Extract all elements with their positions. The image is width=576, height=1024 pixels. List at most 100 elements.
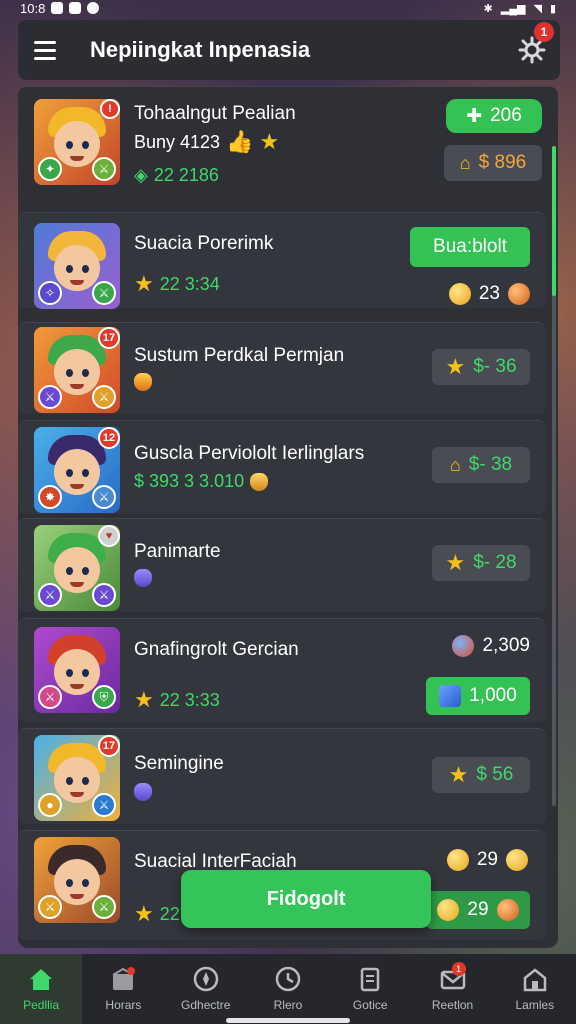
house-icon: ⌂ [459, 152, 471, 173]
game-score: $ 393 3 3.010 [134, 471, 245, 491]
thumb-icon: 👍 [226, 129, 254, 154]
status-bar: 10:8 ✱ ▂▄▆ ◥ ▮ [0, 0, 576, 16]
scrollbar-thumb[interactable] [552, 146, 556, 296]
nav-label: Pedllia [23, 998, 60, 1012]
game-title: Semingine [134, 753, 224, 774]
signal-icon: ▂▄▆ [500, 2, 526, 15]
price-badge[interactable]: ★ $- 36 [432, 349, 530, 385]
nav-item-mail[interactable]: Reetlon 1 [411, 954, 493, 1024]
notification-icon [87, 2, 100, 14]
nav-item-notes[interactable]: Gotice [329, 954, 411, 1024]
list-item[interactable]: ✦ ⚔ ! Tohaalngut Pealian Buny 4123 👍 ★ ◈… [18, 86, 558, 206]
game-title: Tohaalngut Pealian [134, 103, 296, 124]
heart-badge-icon: ♥ [98, 525, 120, 547]
battery-icon: ▮ [549, 2, 556, 15]
coin-icon [506, 849, 528, 871]
star-icon: ★ [445, 354, 466, 379]
nav-item-time[interactable]: Rlero [247, 954, 329, 1024]
nav-label: Reetlon [431, 998, 474, 1012]
wifi-icon: ◥ [533, 2, 542, 15]
game-title: Sustum Perdkal Permjan [134, 345, 345, 366]
list-item[interactable]: ✸ ⚔ 12 Guscla Perviololt Ierlinglars $ 3… [18, 420, 546, 514]
leaf-icon: ✦ [38, 157, 62, 181]
primary-action-button[interactable]: Fidogolt [181, 870, 431, 928]
document-icon [356, 966, 384, 992]
price-value: $ 896 [478, 152, 527, 173]
game-avatar: ⚔ ⚔ 17 [34, 327, 120, 413]
game-score: 22 [159, 903, 180, 924]
game-score: 22 3:34 [159, 273, 220, 294]
play-button[interactable]: ✚ 206 [446, 99, 542, 133]
game-title: Suacia Porerimk [134, 233, 274, 254]
list-item[interactable]: ✧ ⚔ Suacia Porerimk ★ 22 3:34 Bua:blolt … [18, 212, 546, 309]
gamepad-icon: ✚ [466, 105, 483, 127]
image-icon [51, 2, 64, 14]
nav-item-store[interactable]: Lamles [494, 954, 576, 1024]
coin-button[interactable]: 29 [426, 891, 530, 929]
price-value: $- 36 [473, 356, 517, 377]
game-title: Gnafingrolt Gercian [134, 639, 299, 660]
settings-badge: 1 [534, 22, 554, 42]
wand-icon: ✧ [38, 281, 62, 305]
nav-label: Rlero [273, 998, 303, 1012]
home-indicator[interactable] [226, 1018, 350, 1023]
list-item[interactable]: ● ⚔ 17 Semingine ★ $ 56 [18, 728, 546, 824]
gem-icon [134, 783, 152, 801]
star-icon: ★ [134, 687, 154, 712]
game-score: 22 3:33 [159, 689, 220, 710]
nav-item-explore[interactable]: Gdhectre [165, 954, 247, 1024]
sword-icon: ⚔ [38, 685, 62, 709]
coin-value: 23 [478, 283, 500, 304]
coin-icon [508, 283, 530, 305]
action-button[interactable]: Bua:blolt [410, 227, 530, 267]
status-time: 10:8 [20, 0, 46, 16]
price-badge[interactable]: ⌂ $ 896 [444, 145, 542, 181]
action-button-label: Bua:blolt [433, 236, 507, 257]
game-avatar: ✧ ⚔ [34, 223, 120, 309]
price-badge[interactable]: ★ $ 56 [432, 757, 530, 793]
nav-item-home[interactable]: Pedllia [0, 954, 83, 1024]
nav-item-shop[interactable]: Horars [82, 954, 164, 1024]
price-badge[interactable]: ⌂ $- 38 [432, 447, 530, 483]
hamburger-menu-icon[interactable] [34, 40, 56, 60]
notification-badge: 17 [98, 735, 120, 757]
price-badge[interactable]: ★ $- 28 [432, 545, 530, 581]
game-avatar: ⚔ ⚔ ♥ [34, 525, 120, 611]
sword-icon: ⚔ [92, 793, 116, 817]
coin-icon: ● [38, 793, 62, 817]
coin-icon [448, 283, 471, 305]
game-subtitle: Buny 4123 [134, 131, 221, 152]
bottom-navigation: Pedllia Horars Gdhectre Rlero Gotice Ree… [0, 954, 576, 1024]
shop-icon [109, 966, 137, 992]
sword-icon: ⚔ [38, 583, 62, 607]
coin-value: 29 [476, 849, 498, 870]
store-icon [521, 966, 549, 992]
buy-button[interactable]: 1,000 [426, 677, 530, 715]
compass-icon [192, 966, 220, 992]
list-item[interactable]: ⚔ ⚔ 17 Sustum Perdkal Permjan ★ $- 36 [18, 322, 546, 414]
star-icon: ★ [448, 762, 469, 787]
app-header: Nepiingkat Inpenasia 1 [18, 20, 560, 80]
nav-label: Horars [105, 998, 142, 1012]
sword-icon: ⚔ [92, 485, 116, 509]
gem-icon [134, 569, 152, 587]
list-item[interactable]: ⚔ ⚔ ♥ Panimarte ★ $- 28 [18, 518, 546, 612]
coin-button-label: 29 [467, 899, 489, 920]
page-title: Nepiingkat Inpenasia [90, 37, 311, 62]
settings-button[interactable]: 1 [518, 22, 554, 64]
gem-icon [134, 373, 152, 391]
coin-icon [446, 849, 469, 871]
game-avatar: ⚔ ⚔ [34, 837, 120, 923]
nav-label: Gdhectre [181, 998, 231, 1012]
game-stats: 22 2186 [153, 165, 219, 185]
notification-badge: 17 [98, 327, 120, 349]
mail-badge: 1 [451, 962, 466, 976]
game-list: ✦ ⚔ ! Tohaalngut Pealian Buny 4123 👍 ★ ◈… [18, 86, 558, 948]
game-title: Panimarte [134, 541, 221, 562]
list-item[interactable]: ⚔ ⛨ Gnafingrolt Gercian ★ 22 3:33 2,309 … [18, 618, 546, 722]
game-title: Guscla Perviololt Ierlinglars [134, 443, 365, 464]
star-icon: ★ [134, 271, 154, 296]
coin-icon [437, 899, 460, 921]
sword-icon: ⚔ [38, 895, 62, 919]
sword-icon: ⚔ [38, 385, 62, 409]
